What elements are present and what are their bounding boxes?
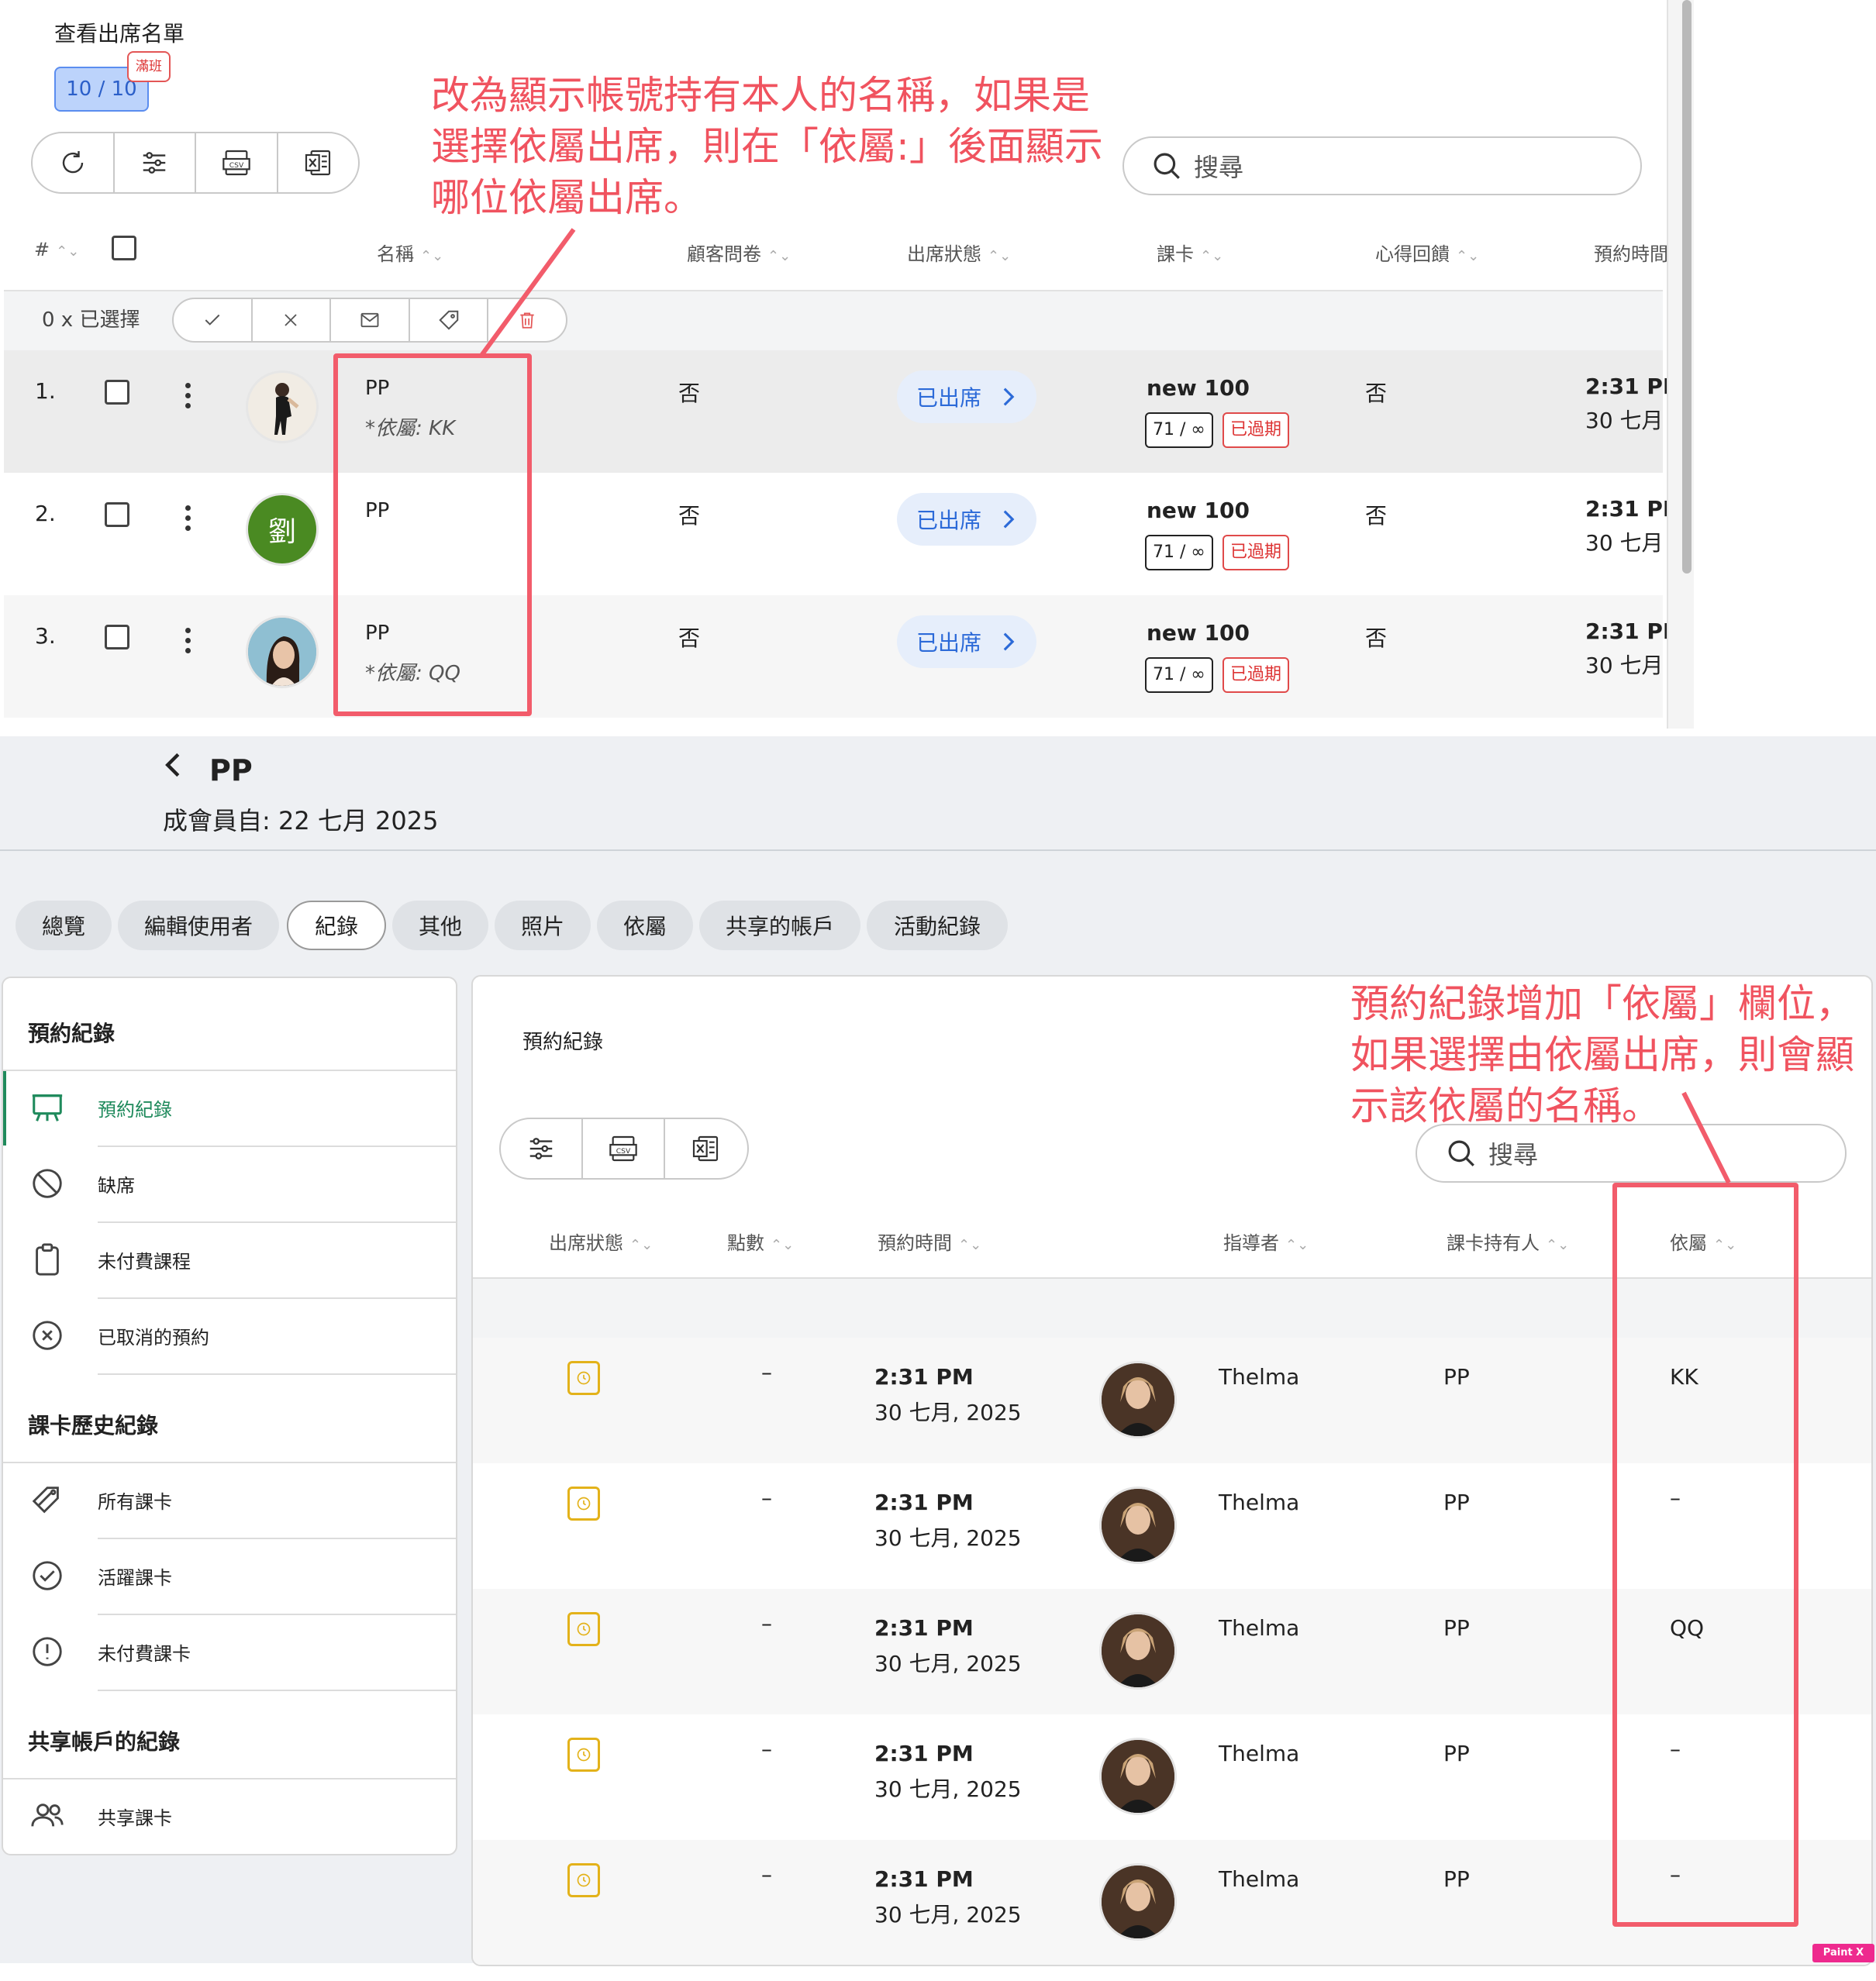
blank-area <box>1694 0 1876 736</box>
sidebar-section-card-history: 課卡歷史紀錄 <box>28 1413 159 1438</box>
annotation-arrow <box>478 228 576 358</box>
divider <box>0 849 1876 851</box>
tab-photos[interactable]: 照片 <box>495 901 591 950</box>
tab-activity-log[interactable]: 活動紀錄 <box>867 901 1008 950</box>
check-circle-icon <box>33 1561 62 1590</box>
sidebar-item-active-cards[interactable]: 活躍課卡 <box>3 1539 456 1614</box>
profile-name: PP <box>209 753 253 787</box>
sidebar-section-bookings: 預約紀錄 <box>28 1021 116 1046</box>
sidebar-item-shared-cards[interactable]: 共享課卡 <box>3 1779 456 1854</box>
watermark-badge: Paint X Lite <box>1812 1944 1874 1977</box>
attendance-panel: 查看出席名單 10 / 10 滿班 CSV 搜尋 # ⌃⌄ 名稱 ⌃⌄ 顧客問卷 ⌃⌄… <box>0 0 1694 729</box>
sidebar-item-all-cards[interactable]: 所有課卡 <box>3 1463 456 1538</box>
sidebar-item-absent[interactable]: 缺席 <box>3 1147 456 1221</box>
back-button[interactable] <box>163 752 183 781</box>
clipboard-icon <box>36 1243 59 1276</box>
annotation-arrow <box>1681 1091 1731 1184</box>
member-since: 成會員自: 22 七月 2025 <box>163 806 439 835</box>
tab-overview[interactable]: 總覽 <box>16 901 112 950</box>
sidebar-section-shared: 共享帳戶的紀錄 <box>28 1729 181 1755</box>
tab-shared-accounts[interactable]: 共享的帳戶 <box>699 901 860 950</box>
tags-icon <box>32 1487 59 1514</box>
tab-dependents[interactable]: 依屬 <box>597 901 693 950</box>
sidebar-item-unpaid-cards[interactable]: 未付費課卡 <box>3 1615 456 1690</box>
tab-edit-user[interactable]: 編輯使用者 <box>118 901 279 950</box>
records-panel: 預約紀錄 CSV 搜尋 出席狀態 ⌃⌄ 點數 ⌃⌄ 預約時間 ⌃⌄ 指導者 ⌃⌄ 課卡持… <box>471 975 1873 1966</box>
sidebar-item-cancelled[interactable]: 已取消的預約 <box>3 1299 456 1373</box>
sidebar-item-unpaid-classes[interactable]: 未付費課程 <box>3 1223 456 1297</box>
sidebar-item-booking-records[interactable]: 預約紀錄 <box>3 1071 456 1146</box>
chevron-left-icon <box>165 753 180 777</box>
ban-icon <box>33 1169 62 1198</box>
users-icon <box>31 1804 64 1827</box>
cancel-circle-icon <box>33 1321 62 1350</box>
tab-records[interactable]: 紀錄 <box>287 901 386 950</box>
exclamation-circle-icon <box>33 1637 62 1666</box>
records-sidebar: 預約紀錄 預約紀錄 缺席 未付費課程 已取消的預約 課卡歷史紀錄 所有課卡 活躍… <box>2 977 457 1855</box>
presentation-icon <box>32 1094 63 1121</box>
tab-other[interactable]: 其他 <box>392 901 488 950</box>
